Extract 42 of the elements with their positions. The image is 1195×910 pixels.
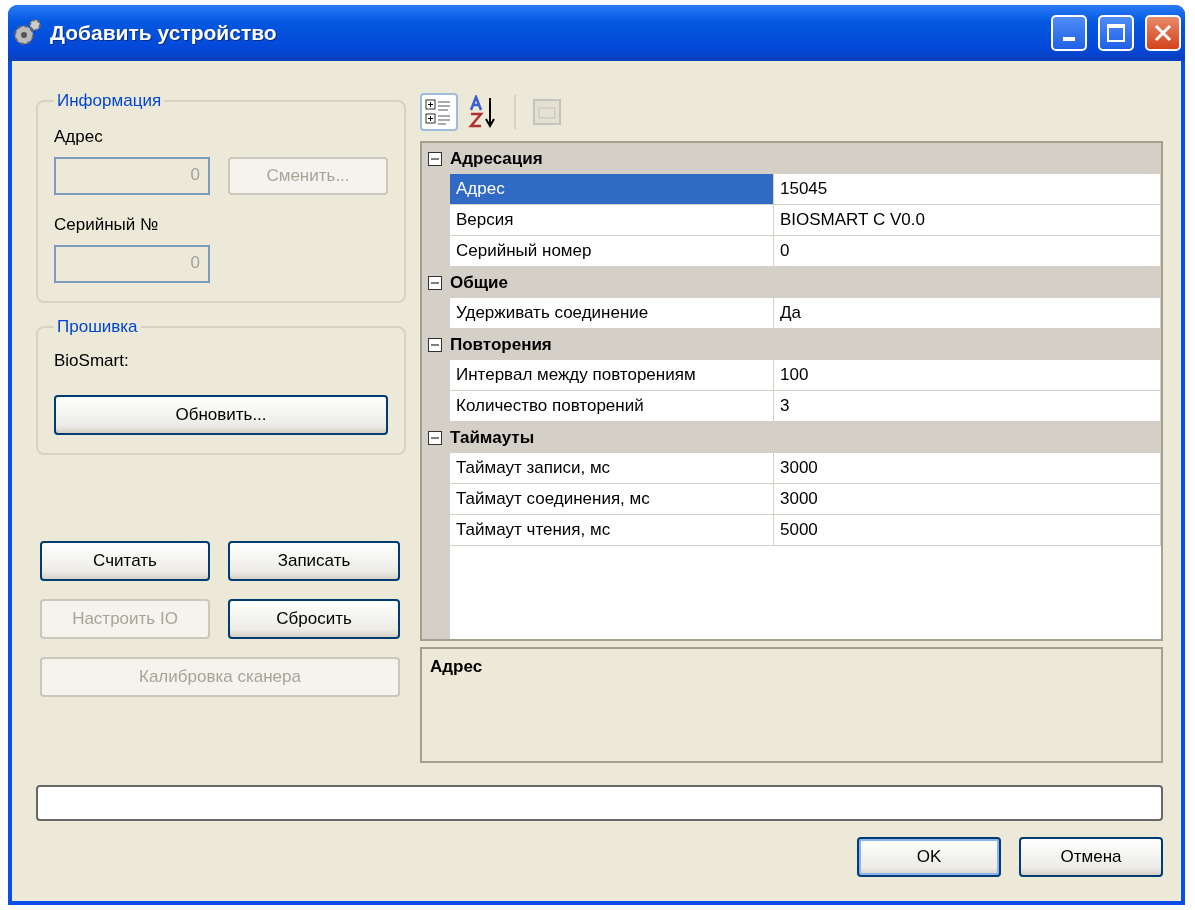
action-button[interactable]: Считать bbox=[40, 541, 210, 581]
property-name[interactable]: Версия bbox=[450, 205, 774, 236]
close-button[interactable] bbox=[1145, 15, 1181, 51]
property-name[interactable]: Таймаут записи, мс bbox=[450, 453, 774, 484]
window-title: Добавить устройство bbox=[50, 21, 278, 45]
category-title: Таймауты bbox=[450, 427, 535, 448]
minimize-icon bbox=[1063, 37, 1075, 41]
property-name[interactable]: Таймаут соединения, мс bbox=[450, 484, 774, 515]
close-icon bbox=[1153, 23, 1173, 43]
category-title: Повторения bbox=[450, 334, 552, 355]
maximize-icon bbox=[1106, 23, 1126, 43]
category-title: Адресация bbox=[450, 148, 543, 169]
collapse-icon[interactable] bbox=[428, 275, 442, 290]
minimize-button[interactable] bbox=[1051, 15, 1087, 51]
property-value[interactable]: 3000 bbox=[774, 453, 1161, 484]
property-value[interactable]: 3000 bbox=[774, 484, 1161, 515]
property-name[interactable]: Интервал между повторениям bbox=[450, 360, 774, 391]
property-value[interactable]: BIOSMART C V0.0 bbox=[774, 205, 1161, 236]
update-button[interactable]: Обновить... bbox=[54, 395, 388, 435]
property-value[interactable]: 5000 bbox=[774, 515, 1161, 546]
action-button[interactable]: Записать bbox=[228, 541, 400, 581]
maximize-button[interactable] bbox=[1098, 15, 1134, 51]
collapse-icon[interactable] bbox=[428, 430, 442, 445]
collapse-icon[interactable] bbox=[428, 337, 442, 352]
collapse-icon[interactable] bbox=[428, 151, 442, 166]
sort-alphabetical-icon bbox=[468, 95, 498, 129]
group-title: Информация bbox=[56, 91, 163, 111]
address-label: Адрес bbox=[54, 127, 103, 147]
device-label: BioSmart: bbox=[54, 351, 129, 371]
help-title: Адрес bbox=[430, 657, 483, 676]
property-pages-icon bbox=[532, 98, 562, 126]
group-title: Прошивка bbox=[56, 317, 139, 337]
property-value[interactable]: 100 bbox=[774, 360, 1161, 391]
property-value[interactable]: 15045 bbox=[774, 174, 1161, 205]
dialog-button[interactable]: Отмена bbox=[1019, 837, 1163, 877]
serial-label: Серийный № bbox=[54, 215, 159, 235]
property-name[interactable]: Таймаут чтения, мс bbox=[450, 515, 774, 546]
gears-icon bbox=[12, 18, 42, 48]
property-name[interactable]: Адрес bbox=[450, 174, 774, 205]
category-title: Общие bbox=[450, 272, 508, 293]
action-button[interactable]: Сбросить bbox=[228, 599, 400, 639]
dialog-button[interactable]: OK bbox=[857, 837, 1001, 877]
